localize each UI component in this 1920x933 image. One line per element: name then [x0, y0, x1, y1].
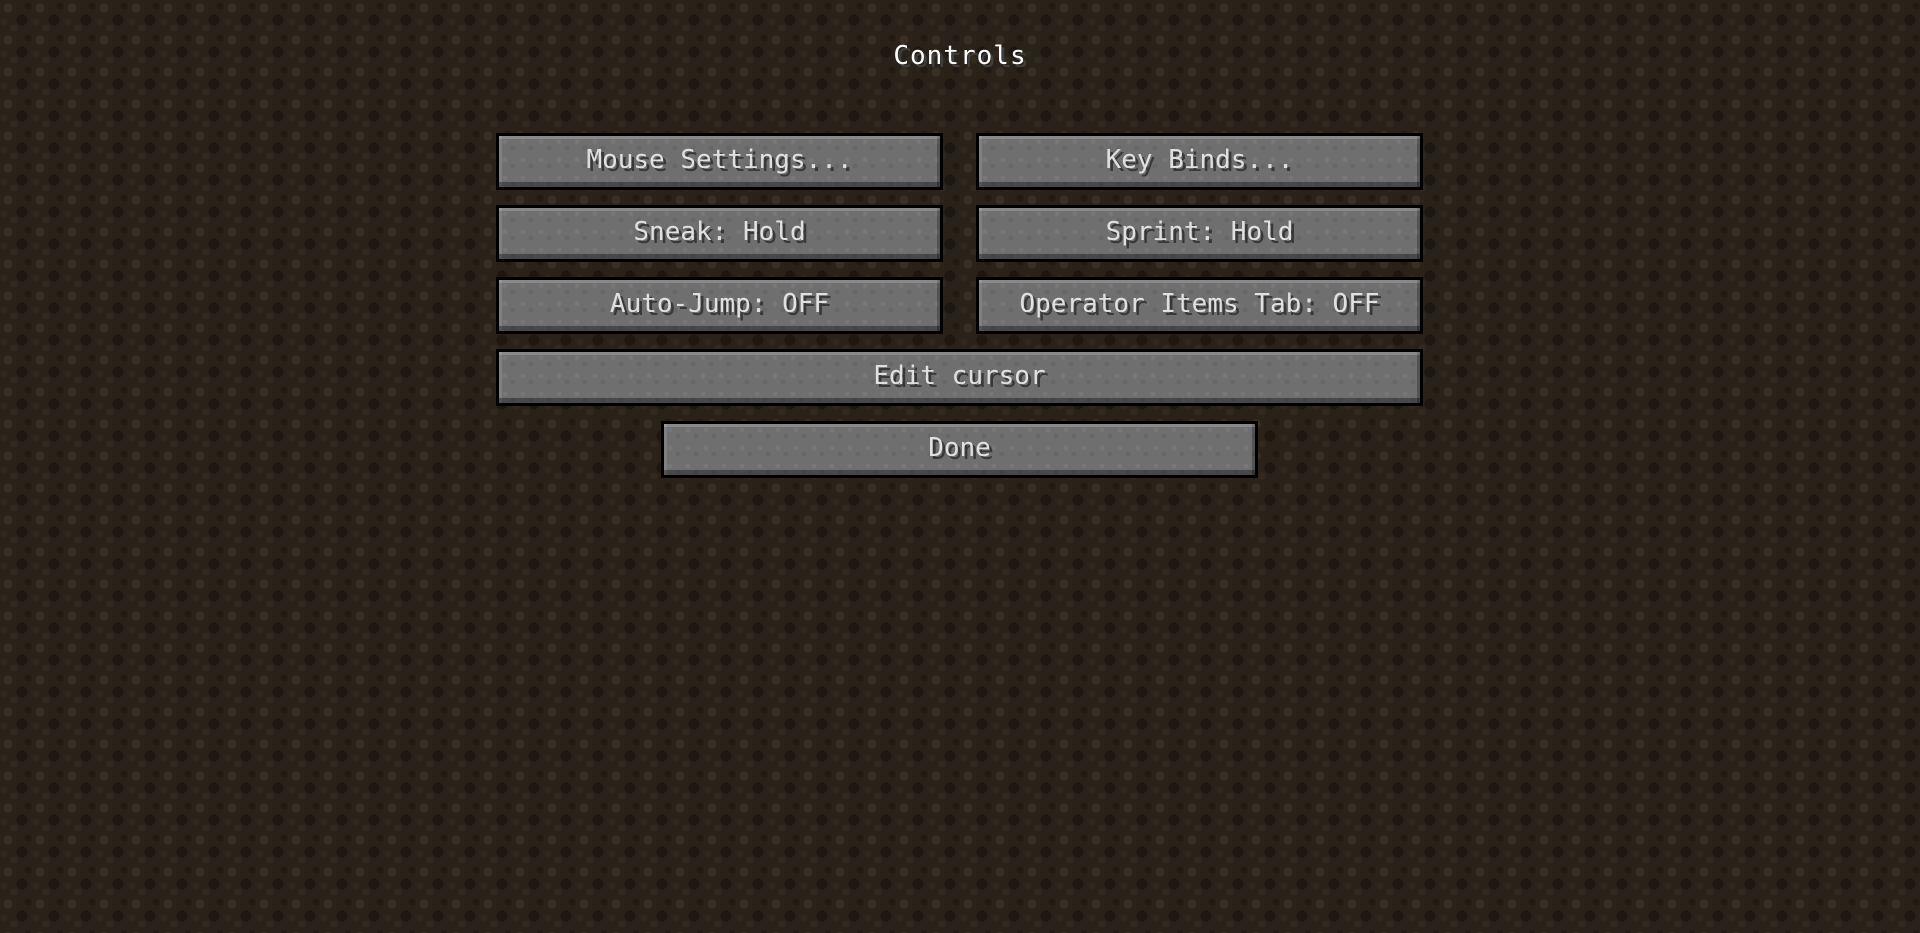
- edit-cursor-button[interactable]: Edit cursor: [496, 349, 1423, 406]
- screen-title: Controls: [893, 41, 1027, 71]
- operator-items-tab-toggle-button[interactable]: Operator Items Tab: OFF: [976, 277, 1423, 334]
- done-button[interactable]: Done: [661, 421, 1258, 478]
- sprint-toggle-button[interactable]: Sprint: Hold: [976, 205, 1423, 262]
- controls-screen: Controls Mouse Settings... Key Binds... …: [0, 0, 1920, 933]
- key-binds-button[interactable]: Key Binds...: [976, 133, 1423, 190]
- auto-jump-toggle-button[interactable]: Auto-Jump: OFF: [496, 277, 943, 334]
- mouse-settings-button[interactable]: Mouse Settings...: [496, 133, 943, 190]
- sneak-toggle-button[interactable]: Sneak: Hold: [496, 205, 943, 262]
